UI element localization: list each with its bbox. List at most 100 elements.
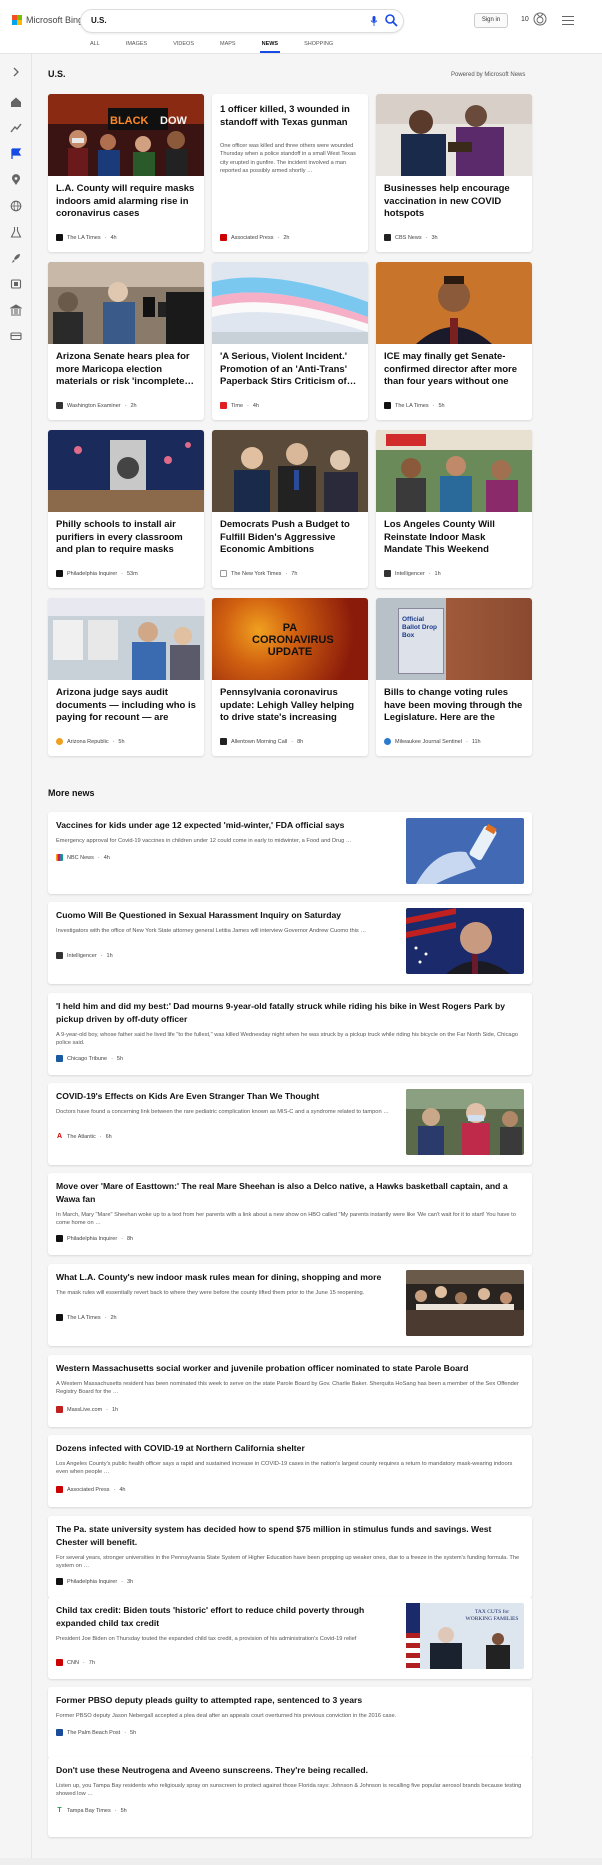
tab-shopping[interactable]: SHOPPING xyxy=(304,41,333,47)
sign-in-button[interactable]: Sign in xyxy=(474,13,508,28)
source-name[interactable]: The LA Times xyxy=(67,1315,101,1321)
menu-icon[interactable] xyxy=(562,16,574,26)
news-card[interactable]: Democrats Push a Budget to Fulfill Biden… xyxy=(212,430,368,588)
item-title[interactable]: Dozens infected with COVID-19 at Norther… xyxy=(56,1442,524,1455)
news-card[interactable]: Businesses help encourage vaccination in… xyxy=(376,94,532,252)
search-icon[interactable] xyxy=(384,13,398,27)
item-title[interactable]: COVID-19's Effects on Kids Are Even Stra… xyxy=(56,1090,396,1103)
news-list-item[interactable]: COVID-19's Effects on Kids Are Even Stra… xyxy=(48,1083,532,1165)
item-title[interactable]: The Pa. state university system has deci… xyxy=(56,1523,524,1548)
search-box[interactable]: U.S. xyxy=(80,9,404,33)
bing-logo[interactable]: Microsoft Bing xyxy=(12,15,83,25)
tab-news[interactable]: NEWS xyxy=(259,41,280,53)
source-name[interactable]: The LA Times xyxy=(67,235,101,241)
news-card[interactable]: 'A Serious, Violent Incident.' Promotion… xyxy=(212,262,368,420)
item-title[interactable]: Move over 'Mare of Easttown:' The real M… xyxy=(56,1180,524,1205)
source-name[interactable]: Philadelphia Inquirer xyxy=(67,1579,117,1585)
news-list-item[interactable]: 'I held him and did my best:' Dad mourns… xyxy=(48,993,532,1075)
source-name[interactable]: Washington Examiner xyxy=(67,403,121,409)
source-name[interactable]: Intelligencer xyxy=(67,953,97,959)
rewards-medal-icon[interactable] xyxy=(533,12,547,26)
news-card[interactable]: Arizona Senate hears plea for more Maric… xyxy=(48,262,204,420)
intelligencer-icon xyxy=(56,952,63,959)
card-title[interactable]: Pennsylvania coronavirus update: Lehigh … xyxy=(220,687,362,725)
news-card[interactable]: 1 officer killed, 3 wounded in standoff … xyxy=(212,94,368,252)
card-title[interactable]: Philly schools to install air purifiers … xyxy=(56,519,198,557)
tab-images[interactable]: IMAGES xyxy=(126,41,147,47)
source-name[interactable]: Milwaukee Journal Sentinel xyxy=(395,739,462,745)
card-title[interactable]: Democrats Push a Budget to Fulfill Biden… xyxy=(220,519,362,557)
source-name[interactable]: CBS News xyxy=(395,235,422,241)
item-title[interactable]: Child tax credit: Biden touts 'historic'… xyxy=(56,1604,396,1629)
politics-building-icon[interactable] xyxy=(10,304,22,316)
card-title[interactable]: Businesses help encourage vaccination in… xyxy=(384,183,526,221)
item-title[interactable]: Former PBSO deputy pleads guilty to atte… xyxy=(56,1694,524,1707)
news-list-item[interactable]: Vaccines for kids under age 12 expected … xyxy=(48,812,532,894)
news-list-item[interactable]: Dozens infected with COVID-19 at Norther… xyxy=(48,1435,532,1507)
card-title[interactable]: L.A. County will require masks indoors a… xyxy=(56,183,198,221)
news-list-item[interactable]: Move over 'Mare of Easttown:' The real M… xyxy=(48,1173,532,1255)
source-name[interactable]: NBC News xyxy=(67,855,94,861)
card-title[interactable]: Bills to change voting rules have been m… xyxy=(384,687,526,725)
search-input[interactable]: U.S. xyxy=(91,16,107,25)
source-name[interactable]: Time xyxy=(231,403,243,409)
news-list-item[interactable]: Don't use these Neutrogena and Aveeno su… xyxy=(48,1757,532,1837)
source-name[interactable]: MassLive.com xyxy=(67,1407,102,1413)
item-title[interactable]: Don't use these Neutrogena and Aveeno su… xyxy=(56,1764,524,1777)
source-name[interactable]: The New York Times xyxy=(231,571,281,577)
source-name[interactable]: Allentown Morning Call xyxy=(231,739,287,745)
tab-all[interactable]: ALL xyxy=(90,41,100,47)
card-title[interactable]: 1 officer killed, 3 wounded in standoff … xyxy=(220,104,360,129)
money-card-icon[interactable] xyxy=(10,330,22,342)
news-card[interactable]: PA CORONAVIRUS UPDATE Pennsylvania coron… xyxy=(212,598,368,756)
item-title[interactable]: Cuomo Will Be Questioned in Sexual Haras… xyxy=(56,909,396,922)
source-name[interactable]: The Palm Beach Post xyxy=(67,1730,120,1736)
card-title[interactable]: Los Angeles County Will Reinstate Indoor… xyxy=(384,519,526,557)
powered-by-label[interactable]: Powered by Microsoft News xyxy=(451,72,525,78)
news-card[interactable]: BLACK DOW L.A. County will require masks… xyxy=(48,94,204,252)
source-name[interactable]: Chicago Tribune xyxy=(67,1056,107,1062)
source-name[interactable]: Arizona Republic xyxy=(67,739,109,745)
world-globe-icon[interactable] xyxy=(10,200,22,212)
source-name[interactable]: Intelligencer xyxy=(395,571,425,577)
news-card[interactable]: Philly schools to install air purifiers … xyxy=(48,430,204,588)
news-list-item[interactable]: What L.A. County's new indoor mask rules… xyxy=(48,1264,532,1346)
card-title[interactable]: ICE may finally get Senate-confirmed dir… xyxy=(384,351,526,389)
us-flag-icon[interactable] xyxy=(10,148,22,160)
news-list-item[interactable]: Child tax credit: Biden touts 'historic'… xyxy=(48,1597,532,1679)
news-card[interactable]: ICE may finally get Senate-confirmed dir… xyxy=(376,262,532,420)
source-name[interactable]: CNN xyxy=(67,1660,79,1666)
microphone-icon[interactable] xyxy=(370,16,378,26)
item-title[interactable]: 'I held him and did my best:' Dad mourns… xyxy=(56,1000,524,1025)
source-name[interactable]: Associated Press xyxy=(231,235,274,241)
card-title[interactable]: 'A Serious, Violent Incident.' Promotion… xyxy=(220,351,362,389)
news-card[interactable]: Arizona judge says audit documents — inc… xyxy=(48,598,204,756)
tab-videos[interactable]: VIDEOS xyxy=(173,41,194,47)
news-list-item[interactable]: The Pa. state university system has deci… xyxy=(48,1516,532,1598)
trending-icon[interactable] xyxy=(10,122,22,134)
technology-rocket-icon[interactable] xyxy=(10,252,22,264)
source-name[interactable]: Philadelphia Inquirer xyxy=(67,1236,117,1242)
item-title[interactable]: What L.A. County's new indoor mask rules… xyxy=(56,1271,396,1284)
item-title[interactable]: Vaccines for kids under age 12 expected … xyxy=(56,819,396,832)
card-title[interactable]: Arizona Senate hears plea for more Maric… xyxy=(56,351,198,389)
rewards-points[interactable]: 10 xyxy=(521,16,529,23)
tab-maps[interactable]: MAPS xyxy=(220,41,236,47)
news-list-item[interactable]: Cuomo Will Be Questioned in Sexual Haras… xyxy=(48,902,532,984)
source-name[interactable]: Philadelphia Inquirer xyxy=(67,571,117,577)
source-name[interactable]: The LA Times xyxy=(395,403,429,409)
source-name[interactable]: The Atlantic xyxy=(67,1134,96,1140)
card-title[interactable]: Arizona judge says audit documents — inc… xyxy=(56,687,198,725)
item-title[interactable]: Western Massachusetts social worker and … xyxy=(56,1362,524,1375)
news-card[interactable]: Official Ballot Drop Box Bills to change… xyxy=(376,598,532,756)
news-list-item[interactable]: Western Massachusetts social worker and … xyxy=(48,1355,532,1427)
science-flask-icon[interactable] xyxy=(10,226,22,238)
source-name[interactable]: Associated Press xyxy=(67,1487,110,1493)
source-name[interactable]: Tampa Bay Times xyxy=(67,1808,111,1814)
entertainment-film-icon[interactable] xyxy=(10,278,22,290)
location-pin-icon[interactable] xyxy=(10,174,22,186)
expand-chevron-icon[interactable] xyxy=(10,66,22,78)
news-card[interactable]: Los Angeles County Will Reinstate Indoor… xyxy=(376,430,532,588)
news-list-item[interactable]: Former PBSO deputy pleads guilty to atte… xyxy=(48,1687,532,1759)
home-icon[interactable] xyxy=(10,96,22,108)
